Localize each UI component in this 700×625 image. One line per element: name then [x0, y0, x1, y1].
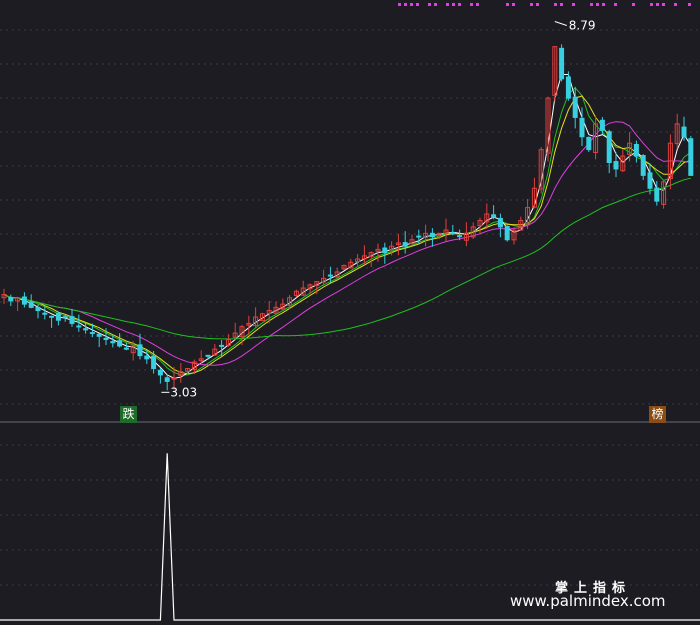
candle-body	[89, 332, 95, 335]
top-signal-mark	[662, 3, 665, 6]
ma-layer	[3, 74, 692, 379]
top-signal-mark	[416, 3, 419, 6]
candle-body	[504, 225, 510, 241]
candle-body	[579, 117, 585, 138]
candle-body	[151, 355, 157, 369]
candle-body	[402, 242, 408, 247]
candle-body	[205, 354, 211, 357]
top-signal-mark	[656, 3, 659, 6]
top-signal-mark	[614, 3, 617, 6]
candle-body	[110, 341, 116, 344]
candle-body	[62, 316, 68, 319]
candle-body	[35, 306, 41, 312]
ma-line-short	[3, 74, 692, 379]
candle-body	[42, 312, 48, 315]
top-signal-mark	[560, 3, 563, 6]
top-marks	[398, 3, 691, 6]
top-signal-mark	[512, 3, 515, 6]
candle-body	[450, 232, 456, 235]
candle-body	[586, 136, 592, 151]
candle-body	[688, 138, 694, 176]
top-signal-mark	[410, 3, 413, 6]
candle-body	[327, 274, 333, 277]
chart-stage: 8.79 3.03 跌 榜 掌上指标 www.palmindex.com	[0, 0, 700, 625]
top-signal-mark	[602, 3, 605, 6]
candle-body	[21, 296, 27, 305]
candle-body	[171, 377, 177, 380]
candle-body	[8, 296, 14, 302]
top-signal-mark	[446, 3, 449, 6]
top-signal-mark	[632, 3, 635, 6]
candle-body	[28, 301, 34, 308]
candle-body	[103, 337, 109, 341]
top-signal-mark	[470, 3, 473, 6]
candle-body	[117, 340, 123, 347]
chart-svg: 8.79 3.03	[0, 3, 700, 621]
top-signal-mark	[476, 3, 479, 6]
candle-body	[565, 76, 571, 99]
candle-body	[137, 344, 143, 357]
candle-body	[55, 312, 61, 321]
candle-layer	[1, 44, 694, 391]
high-pointer	[554, 21, 567, 26]
grid-layer	[0, 29, 700, 586]
candle-body	[144, 355, 150, 360]
top-signal-mark	[452, 3, 455, 6]
low-price-label: 3.03	[170, 385, 197, 399]
high-price-label: 8.79	[569, 19, 596, 33]
candle-body	[429, 232, 435, 238]
top-signal-mark	[536, 3, 539, 6]
candle-body	[83, 328, 89, 331]
top-signal-mark	[398, 3, 401, 6]
top-signal-mark	[650, 3, 653, 6]
down-signal-badge: 跌	[120, 406, 137, 423]
candle-body	[606, 131, 612, 163]
candle-body	[681, 126, 687, 138]
candle-body	[49, 315, 55, 318]
top-signal-mark	[458, 3, 461, 6]
candle-body	[457, 235, 463, 238]
ma-line-longest	[3, 177, 691, 340]
candle-body	[76, 325, 82, 328]
candle-body	[572, 96, 578, 118]
candle-body	[69, 316, 75, 324]
top-signal-mark	[590, 3, 593, 6]
up-signal-badge: 榜	[649, 406, 666, 423]
candle-body	[164, 377, 170, 382]
candle-body	[219, 344, 225, 347]
candle-body	[497, 217, 503, 228]
candle-body	[640, 155, 646, 176]
candle-body	[559, 47, 565, 80]
candle-body	[647, 172, 653, 189]
candle-body	[123, 347, 129, 350]
top-signal-mark	[428, 3, 431, 6]
top-signal-mark	[596, 3, 599, 6]
candle-body	[382, 247, 388, 254]
top-signal-mark	[506, 3, 509, 6]
top-signal-mark	[404, 3, 407, 6]
candle-body	[654, 187, 660, 202]
top-signal-mark	[572, 3, 575, 6]
top-signal-mark	[530, 3, 533, 6]
top-signal-mark	[434, 3, 437, 6]
candle-body	[416, 235, 422, 238]
top-signal-mark	[688, 3, 691, 6]
candle-body	[599, 119, 605, 131]
top-signal-mark	[554, 3, 557, 6]
watermark-url: www.palmindex.com	[510, 592, 666, 610]
candle-body	[491, 214, 497, 218]
candle-body	[96, 333, 102, 337]
candle-body	[157, 369, 163, 376]
candle-body	[633, 143, 639, 157]
candle-body	[613, 161, 619, 170]
top-signal-mark	[674, 3, 677, 6]
